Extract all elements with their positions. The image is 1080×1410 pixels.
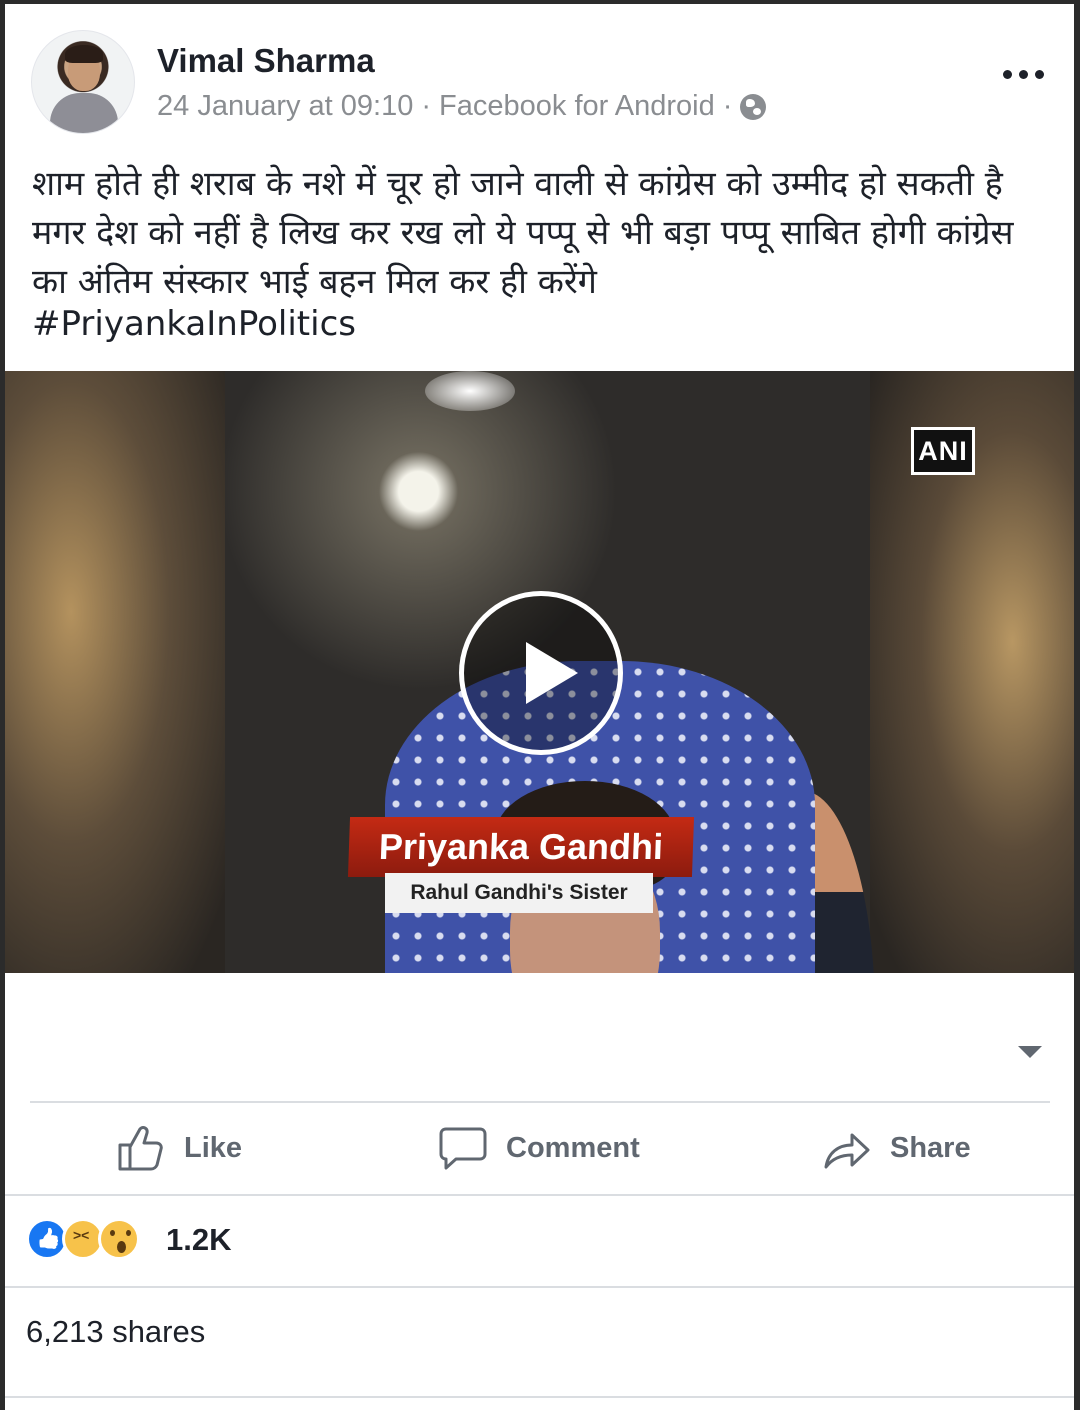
share-label: Share <box>890 1131 971 1164</box>
divider <box>5 1396 1074 1398</box>
post-text: शाम होते ही शराब के नशे में चूर हो जाने … <box>32 164 1014 302</box>
divider <box>5 1194 1074 1196</box>
divider <box>30 1101 1050 1103</box>
more-dot <box>1019 69 1028 79</box>
post-timestamp[interactable]: 24 January at 09:10 <box>157 90 413 123</box>
ani-watermark: ANI <box>911 427 975 475</box>
comment-button[interactable]: Comment <box>438 1118 640 1178</box>
avatar[interactable] <box>31 30 135 134</box>
frame-right <box>1074 0 1080 1410</box>
comment-icon <box>439 1127 487 1170</box>
reaction-icons[interactable] <box>26 1218 140 1260</box>
more-options-icon[interactable] <box>1003 64 1047 84</box>
post-meta: 24 January at 09:10 · Facebook for Andro… <box>157 90 767 123</box>
more-dot <box>1035 69 1044 79</box>
share-count[interactable]: 6,213 shares <box>26 1314 205 1350</box>
like-label: Like <box>184 1131 243 1164</box>
wow-reaction-icon <box>98 1218 140 1260</box>
share-icon <box>824 1133 870 1169</box>
video-light <box>425 371 515 411</box>
post-source: Facebook for Android <box>439 90 715 122</box>
play-button[interactable] <box>459 591 623 755</box>
comment-label: Comment <box>506 1131 640 1164</box>
avatar-body <box>50 93 118 133</box>
lower-third-name: Priyanka Gandhi <box>347 817 695 877</box>
post-hashtag[interactable]: #PriyankaInPolitics <box>32 304 356 344</box>
more-dot <box>1003 69 1012 79</box>
lower-third-subtitle: Rahul Gandhi's Sister <box>385 873 653 913</box>
thumbs-up-icon <box>118 1126 163 1171</box>
globe-icon <box>740 93 767 120</box>
share-button[interactable]: Share <box>822 1118 971 1178</box>
post-header: Vimal Sharma 24 January at 09:10 · Faceb… <box>5 4 1074 144</box>
video-blur-left <box>5 371 225 973</box>
video-player[interactable]: ANI Priyanka Gandhi Rahul Gandhi's Siste… <box>5 371 1074 973</box>
reaction-count[interactable]: 1.2K <box>166 1222 231 1258</box>
divider <box>5 1286 1074 1288</box>
like-button[interactable]: Like <box>116 1118 242 1178</box>
meta-separator-2: · <box>722 90 733 122</box>
avatar-hair <box>65 45 103 63</box>
chevron-down-icon[interactable] <box>1018 1046 1042 1058</box>
meta-separator: · <box>421 90 432 122</box>
author-name[interactable]: Vimal Sharma <box>157 42 375 80</box>
